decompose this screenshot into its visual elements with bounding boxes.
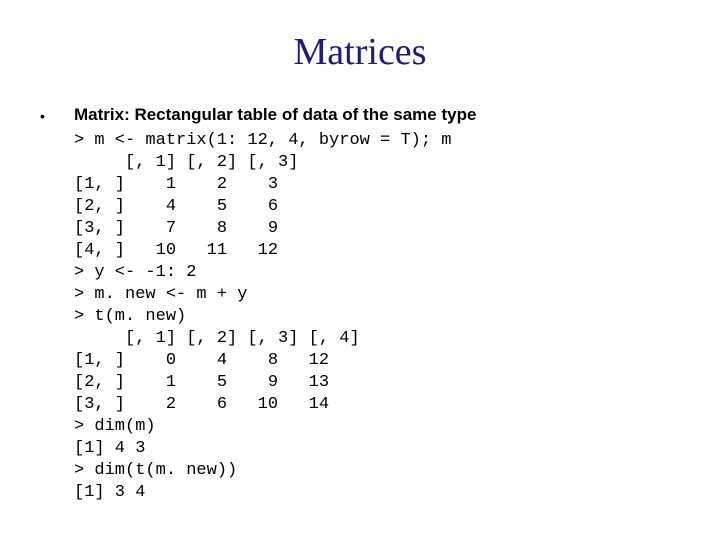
code-line: > dim(t(m. new)) — [74, 461, 237, 480]
slide-content: Matrix: Rectangular table of data of the… — [74, 104, 680, 504]
lead-text: Matrix: Rectangular table of data of the… — [74, 104, 680, 126]
code-line: [, 1] [, 2] [, 3] [, 4] — [74, 329, 360, 348]
code-line: [1, ] 1 2 3 — [74, 175, 278, 194]
code-line: [2, ] 1 5 9 13 — [74, 373, 329, 392]
code-line: > dim(m) — [74, 417, 156, 436]
code-line: > y <- -1: 2 — [74, 263, 196, 282]
code-line: [1] 4 3 — [74, 439, 145, 458]
slide-body: • Matrix: Rectangular table of data of t… — [40, 104, 680, 504]
bullet-marker: • — [40, 104, 74, 127]
code-line: > t(m. new) — [74, 307, 186, 326]
code-block: > m <- matrix(1: 12, 4, byrow = T); m [,… — [74, 130, 680, 504]
code-line: [3, ] 2 6 10 14 — [74, 395, 329, 414]
code-line: [4, ] 10 11 12 — [74, 241, 278, 260]
slide: Matrices • Matrix: Rectangular table of … — [0, 0, 720, 540]
code-line: [1] 3 4 — [74, 483, 145, 502]
code-line: [3, ] 7 8 9 — [74, 219, 278, 238]
code-line: [1, ] 0 4 8 12 — [74, 351, 329, 370]
code-line: [2, ] 4 5 6 — [74, 197, 278, 216]
slide-title: Matrices — [40, 30, 680, 74]
code-line: > m <- matrix(1: 12, 4, byrow = T); m — [74, 131, 451, 150]
code-line: > m. new <- m + y — [74, 285, 247, 304]
code-line: [, 1] [, 2] [, 3] — [74, 153, 298, 172]
